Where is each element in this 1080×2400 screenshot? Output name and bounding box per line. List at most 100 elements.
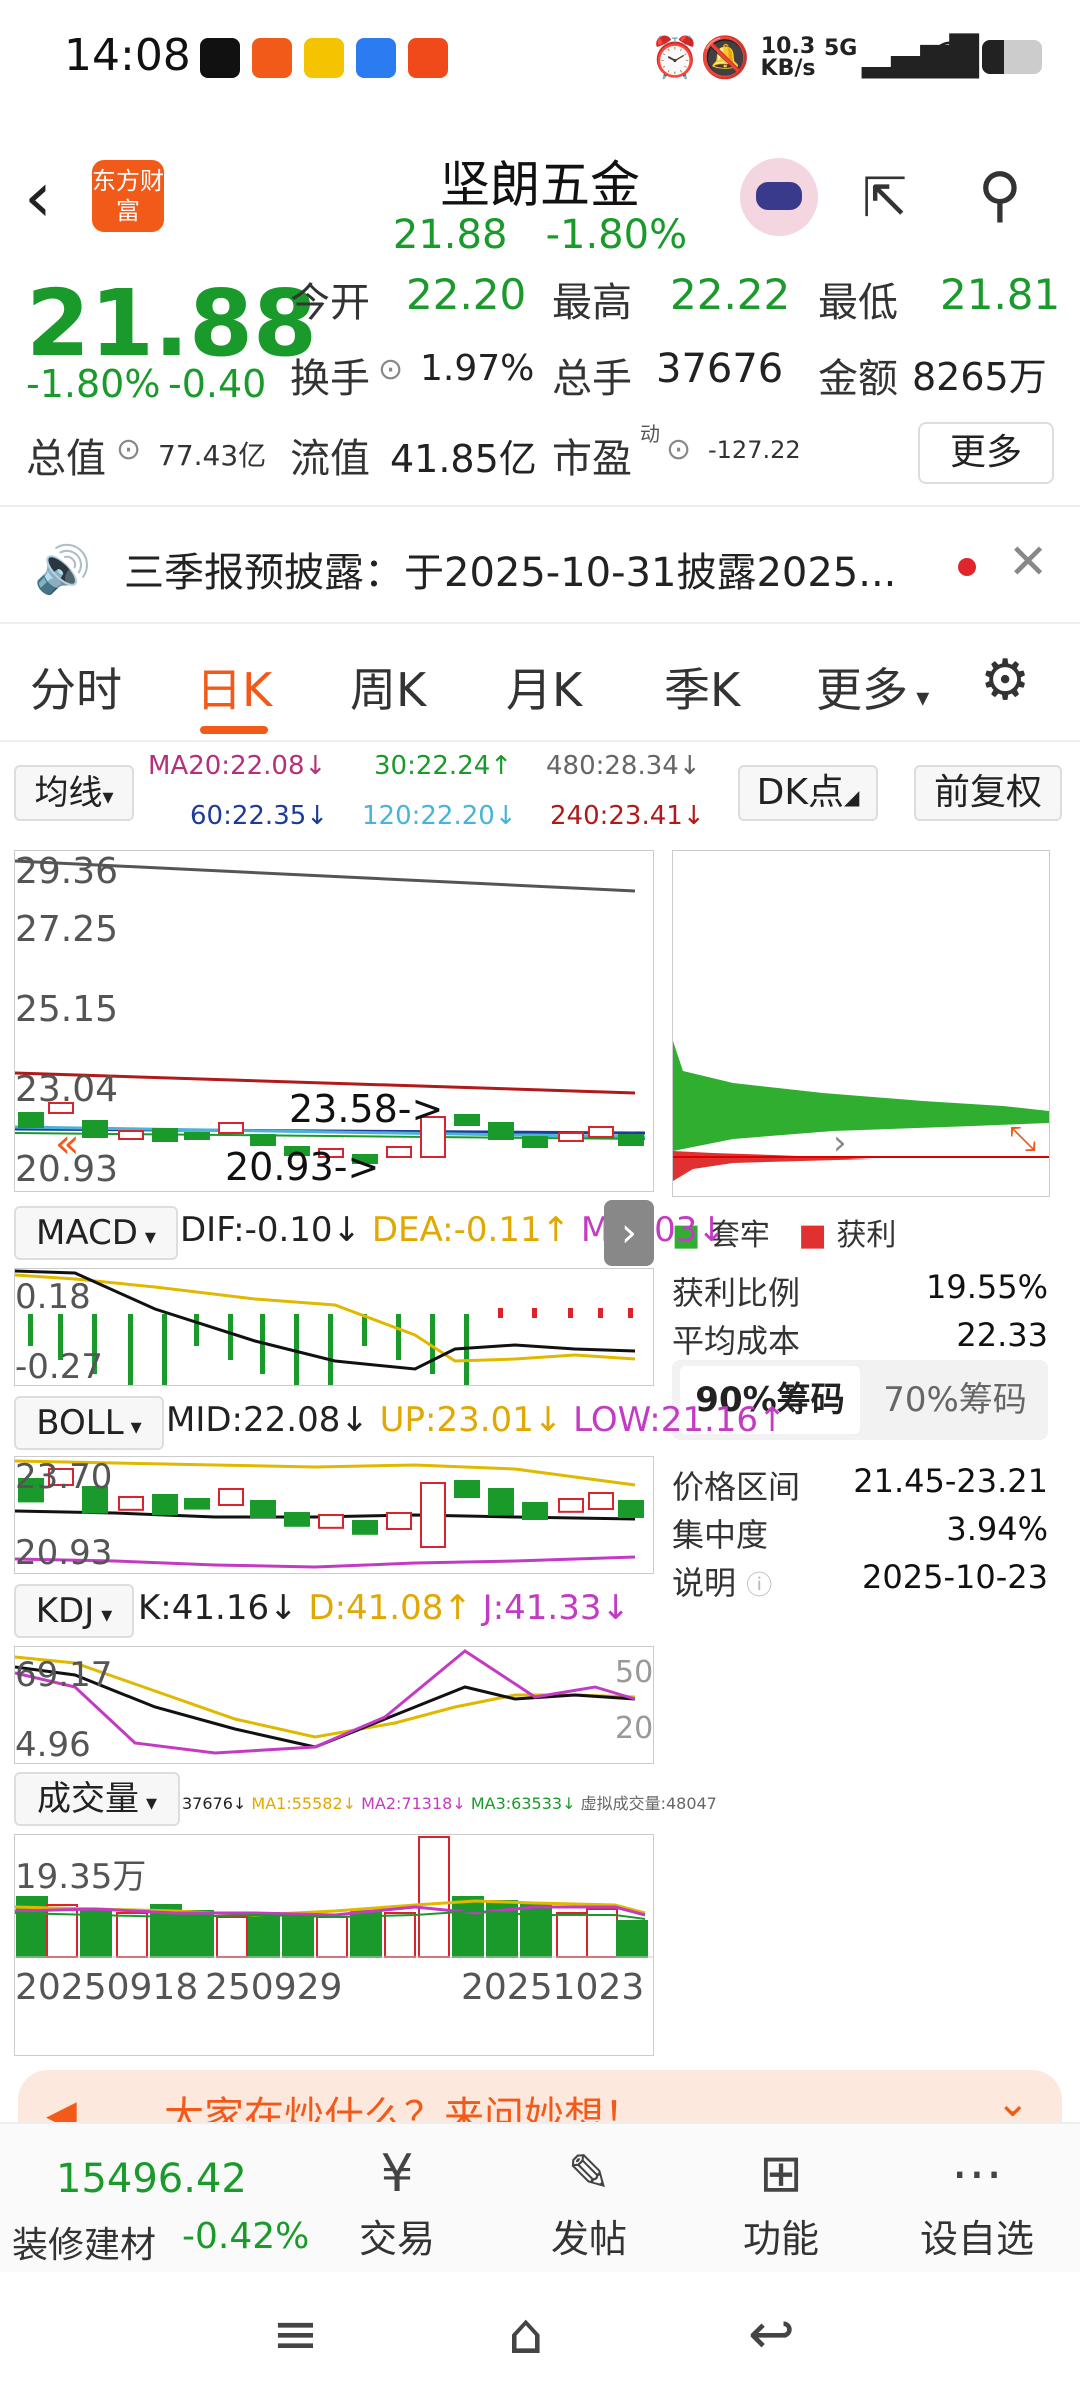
sector-index-value[interactable]: 15496.42	[56, 2156, 247, 2202]
amount-label: 金额	[818, 356, 898, 402]
candle	[618, 1500, 644, 1518]
back-nav-icon[interactable]: ↩	[748, 2302, 795, 2367]
tab-daily[interactable]: 日K	[196, 654, 272, 720]
bottom-action-bar: 15496.42 装修建材 -0.42% ¥ 交易 ✎ 发帖 ⊞ 功能 ⋯ 设自…	[0, 2122, 1080, 2274]
macd-bar	[128, 1314, 133, 1385]
more-quote-button[interactable]: 更多	[918, 422, 1054, 484]
volume-bar	[452, 1896, 484, 1958]
status-bar: 14:08 ⏰ 🔕 10.3 KB/s 5G ▂▄▆█ ◠	[0, 0, 1080, 120]
candle	[558, 1132, 584, 1142]
turnover-label: 换手	[290, 356, 370, 402]
macd-bar	[498, 1308, 503, 1318]
kdj-values: K:41.16↓ D:41.08↑ J:41.33↓	[138, 1588, 630, 1628]
tab-intraday[interactable]: 分时	[30, 654, 122, 720]
low-price-marker: 20.93->	[225, 1145, 380, 1189]
search-icon[interactable]: ⚲	[978, 160, 1022, 230]
tab-quarterly[interactable]: 季K	[664, 654, 740, 720]
caret-down-icon: ▾	[137, 1225, 156, 1250]
trade-label: 交易	[358, 2217, 435, 2261]
x-tick-date: 20251023	[461, 1967, 645, 2008]
battery-icon	[982, 40, 1042, 74]
divider	[0, 622, 1080, 624]
scroll-left-icon[interactable]: «	[55, 1121, 79, 1167]
caret-down-icon: ▾	[102, 785, 114, 810]
quote-panel: 21.88 -1.80% -0.40 今开 22.20 最高 22.22 最低 …	[0, 270, 1080, 510]
pe-dynamic-tag: 动	[640, 422, 660, 446]
chip-canvas	[673, 1041, 1049, 1181]
collapse-icon[interactable]: ⌄	[996, 2080, 1030, 2126]
chevron-right-icon[interactable]: ›	[833, 1123, 847, 1163]
candle	[118, 1496, 144, 1511]
tab-monthly[interactable]: 月K	[506, 654, 582, 720]
mktcap-label: 总值	[26, 436, 106, 482]
adjust-mode-button[interactable]: 前复权	[914, 765, 1062, 821]
info-icon[interactable]: ⊙	[116, 432, 141, 467]
volume-bar	[350, 1910, 382, 1958]
low-value: 21.81	[940, 270, 1061, 319]
y-tick: 29.36	[15, 851, 119, 892]
volume-selector[interactable]: 成交量 ▾	[14, 1772, 180, 1826]
info-icon[interactable]: ⊙	[378, 352, 403, 387]
menu-icon[interactable]: ≡	[272, 2302, 319, 2367]
speaker-icon: 🔊	[34, 542, 92, 596]
y-tick: 27.25	[15, 909, 119, 950]
info-icon[interactable]: ⊙	[666, 432, 691, 467]
notice-bar[interactable]: 🔊 三季报预披露：于2025-10-31披露2025... ✕	[0, 510, 1080, 620]
ma240-value: 240:23.41↓	[550, 801, 705, 831]
macd-chart[interactable]: 0.18 -0.27	[14, 1268, 654, 1386]
notice-text[interactable]: 三季报预披露：于2025-10-31披露2025...	[124, 540, 924, 598]
alarm-icon: ⏰	[650, 35, 700, 81]
kdj-j: J:41.33↓	[482, 1588, 630, 1628]
tab-weekly[interactable]: 周K	[350, 654, 426, 720]
note-date: 2025-10-23	[862, 1558, 1048, 1596]
close-icon[interactable]: ✕	[1008, 534, 1048, 590]
kdj-selector[interactable]: KDJ ▾	[14, 1584, 134, 1638]
candle	[588, 1492, 614, 1510]
header-price: 21.88 -1.80%	[0, 212, 1080, 258]
expand-icon[interactable]: ⤡	[1009, 1119, 1036, 1159]
share-icon[interactable]: ⇱	[862, 166, 907, 229]
volume-chart[interactable]: 19.35万 20250918 250929 20251023	[14, 1834, 654, 2056]
y-tick: 20.93	[15, 1533, 113, 1573]
functions-button[interactable]: ⊞ 功能	[716, 2144, 846, 2263]
price-range-value: 21.45-23.21	[853, 1462, 1048, 1500]
chip-distribution-chart[interactable]: › ⤡	[672, 850, 1050, 1197]
volume-bar	[384, 1912, 416, 1958]
boll-chart[interactable]: 23.70 20.93	[14, 1456, 654, 1574]
chevron-right-icon[interactable]: ›	[604, 1200, 654, 1266]
boll-selector[interactable]: BOLL ▾	[14, 1396, 164, 1450]
kdj-k: K:41.16↓	[138, 1588, 298, 1628]
macd-dea: DEA:-0.11↑	[371, 1210, 571, 1250]
volume-bar	[46, 1904, 78, 1958]
kdj-chart[interactable]: 69.17 4.96 50 20	[14, 1646, 654, 1764]
ma-selector[interactable]: 均线▾	[14, 765, 134, 821]
volume-bar	[556, 1912, 588, 1958]
info-icon[interactable]: ⓘ	[746, 1571, 772, 1601]
app-notification-icon	[356, 38, 396, 78]
candle	[82, 1120, 108, 1138]
stock-name: 坚朗五金	[440, 156, 640, 214]
post-button[interactable]: ✎ 发帖	[524, 2144, 654, 2263]
add-watchlist-button[interactable]: ⋯ 设自选	[912, 2144, 1042, 2263]
tab-more[interactable]: 更多 ▾	[816, 654, 929, 720]
candle	[152, 1494, 178, 1516]
gear-icon[interactable]: ⚙	[980, 648, 1030, 713]
y-tick: 25.15	[15, 989, 119, 1030]
macd-bar	[532, 1308, 537, 1318]
ai-banner[interactable]: ◀ 大家在炒什么？来问妙想！ ⌄	[18, 2070, 1062, 2130]
dk-point-selector[interactable]: DK点◢	[738, 765, 878, 821]
home-icon[interactable]: ⌂	[508, 2302, 544, 2367]
candle	[250, 1500, 276, 1518]
candle	[386, 1512, 412, 1530]
candle	[454, 1480, 480, 1498]
volume-value: 37676	[656, 346, 784, 392]
sector-name[interactable]: 装修建材	[12, 2216, 156, 2268]
trade-button[interactable]: ¥ 交易	[332, 2144, 462, 2263]
kline-chart[interactable]: 29.36 27.25 25.15 23.04 20.93 23.58-> 20…	[14, 850, 654, 1192]
ai-assistant-icon[interactable]	[740, 158, 818, 236]
candle	[352, 1520, 378, 1535]
macd-canvas	[15, 1269, 636, 1385]
macd-selector[interactable]: MACD ▾	[14, 1206, 178, 1260]
candle	[184, 1498, 210, 1510]
tab-chip-70[interactable]: 70%筹码	[870, 1366, 1040, 1434]
